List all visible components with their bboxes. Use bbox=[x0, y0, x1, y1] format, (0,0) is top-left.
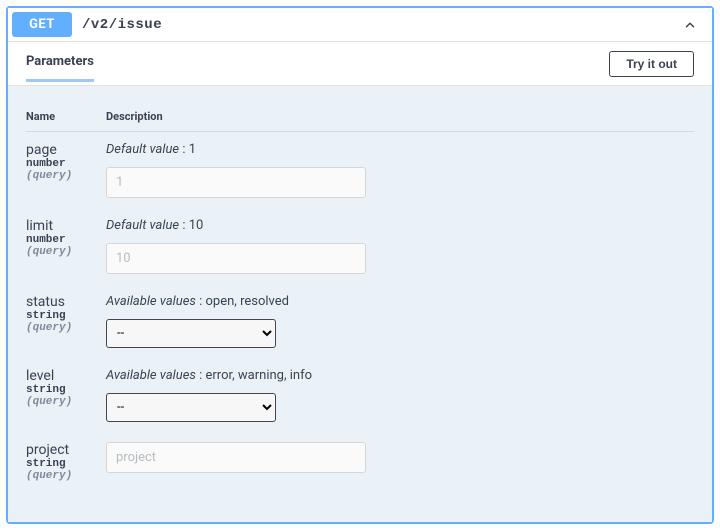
parameters-tab[interactable]: Parameters bbox=[26, 54, 94, 82]
status-select[interactable]: -- bbox=[106, 319, 276, 348]
table-row: page number (query) Default value : 1 bbox=[26, 132, 694, 209]
param-default-line: Default value : 10 bbox=[106, 218, 694, 233]
parameters-table: Name Description page number (query) Def… bbox=[26, 100, 694, 492]
param-type: number bbox=[26, 158, 106, 170]
operation-block: GET /v2/issue Parameters Try it out Name… bbox=[6, 6, 714, 524]
param-in: (query) bbox=[26, 246, 106, 258]
param-name: status bbox=[26, 294, 106, 310]
param-default-line: Default value : 1 bbox=[106, 142, 694, 157]
table-row: level string (query) Available values : … bbox=[26, 358, 694, 432]
table-row: project string (query) bbox=[26, 432, 694, 492]
param-name: page bbox=[26, 142, 106, 158]
param-name: level bbox=[26, 368, 106, 384]
param-in: (query) bbox=[26, 170, 106, 182]
chevron-up-icon[interactable] bbox=[680, 15, 700, 35]
param-in: (query) bbox=[26, 470, 106, 482]
param-type: number bbox=[26, 234, 106, 246]
param-type: string bbox=[26, 458, 106, 470]
operation-summary[interactable]: GET /v2/issue bbox=[8, 8, 712, 42]
limit-input[interactable] bbox=[106, 243, 366, 274]
project-input[interactable] bbox=[106, 442, 366, 473]
param-type: string bbox=[26, 384, 106, 396]
column-header-description: Description bbox=[106, 100, 694, 132]
level-select[interactable]: -- bbox=[106, 393, 276, 422]
param-available-line: Available values : open, resolved bbox=[106, 294, 694, 309]
parameters-table-wrapper: Name Description page number (query) Def… bbox=[8, 86, 712, 522]
param-available-line: Available values : error, warning, info bbox=[106, 368, 694, 383]
param-name: project bbox=[26, 442, 106, 458]
endpoint-path: /v2/issue bbox=[82, 17, 680, 33]
operation-body: Parameters Try it out Name Description p… bbox=[8, 42, 712, 522]
column-header-name: Name bbox=[26, 100, 106, 132]
http-method-badge: GET bbox=[12, 12, 72, 37]
parameters-header: Parameters Try it out bbox=[8, 42, 712, 86]
page-input[interactable] bbox=[106, 167, 366, 198]
param-in: (query) bbox=[26, 322, 106, 334]
table-row: status string (query) Available values :… bbox=[26, 284, 694, 358]
param-in: (query) bbox=[26, 396, 106, 408]
param-name: limit bbox=[26, 218, 106, 234]
param-type: string bbox=[26, 310, 106, 322]
try-it-out-button[interactable]: Try it out bbox=[609, 51, 694, 77]
table-row: limit number (query) Default value : 10 bbox=[26, 208, 694, 284]
